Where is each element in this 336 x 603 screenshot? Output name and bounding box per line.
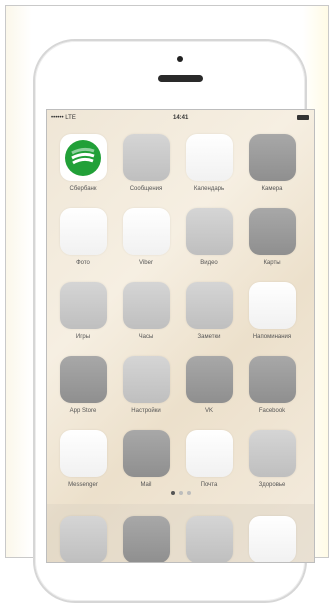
app-icon[interactable] [185,430,233,477]
app-cell[interactable]: App Store [53,356,113,414]
app-cell[interactable]: Заметки [179,282,239,340]
app-label: Сбербанк [69,186,97,192]
app-label: Карты [263,260,281,266]
home-screen: •••••• LTE 14:41 Сбербанк Сообщения Календ… [46,109,315,563]
app-icon[interactable] [59,208,107,255]
app-icon[interactable] [122,430,170,477]
app-cell[interactable]: Фото [53,208,113,266]
app-label: Напоминания [252,334,292,340]
app-label: Игры [75,334,91,340]
app-cell[interactable]: Календарь [179,134,239,192]
app-icon[interactable] [185,356,233,403]
app-icon[interactable] [122,356,170,403]
app-cell[interactable]: Камера [242,134,302,192]
app-cell[interactable]: Видео [179,208,239,266]
app-label: Здоровье [258,482,286,488]
app-cell[interactable]: Часы [116,282,176,340]
app-cell[interactable]: Facebook [242,356,302,414]
app-label: Viber [139,260,153,266]
app-cell[interactable]: Mail [116,430,176,488]
app-cell[interactable]: Viber [116,208,176,266]
page-dot[interactable] [186,491,191,495]
app-label: Почта [200,482,218,488]
app-icon[interactable] [248,282,296,329]
dock-app-cell[interactable] [53,516,113,562]
app-cell[interactable]: Почта [179,430,239,488]
dock-app-cell[interactable] [116,516,176,562]
status-bar: •••••• LTE 14:41 [47,110,314,126]
app-cell[interactable]: Карты [242,208,302,266]
app-cell[interactable]: Сбербанк [53,134,113,192]
app-cell[interactable]: Напоминания [242,282,302,340]
app-icon[interactable] [248,516,296,562]
front-camera [177,56,183,62]
dock-app-cell[interactable] [179,516,239,562]
app-cell[interactable]: Игры [53,282,113,340]
sberbank-icon[interactable] [59,134,107,181]
page-dot[interactable] [170,491,175,495]
app-label: Facebook [258,408,286,414]
carrier-label: •••••• LTE [51,115,76,121]
app-icon[interactable] [59,282,107,329]
page-dot[interactable] [178,491,183,495]
app-label: Фото [76,260,90,266]
app-label: Камера [261,186,283,192]
page-indicator [47,491,314,495]
app-icon[interactable] [185,516,233,562]
clock: 14:41 [173,115,189,121]
earpiece-speaker [158,75,203,82]
app-icon[interactable] [59,356,107,403]
app-icon[interactable] [185,208,233,255]
app-icon[interactable] [185,134,233,181]
app-icon[interactable] [122,134,170,181]
dock [47,504,314,562]
app-label: Часы [138,334,154,340]
app-cell[interactable]: Messenger [53,430,113,488]
app-label: Messenger [68,482,98,488]
app-icon[interactable] [122,516,170,562]
app-icon[interactable] [248,356,296,403]
app-cell[interactable]: Здоровье [242,430,302,488]
app-icon[interactable] [122,282,170,329]
app-label: Календарь [193,186,225,192]
app-label: Заметки [197,334,221,340]
app-icon[interactable] [59,430,107,477]
dock-app-cell[interactable] [242,516,302,562]
battery-icon [297,115,309,120]
app-label: Настройки [131,408,161,414]
app-cell[interactable]: Настройки [116,356,176,414]
app-label: Mail [140,482,152,488]
app-label: App Store [69,408,97,414]
app-icon[interactable] [248,134,296,181]
app-label: VK [204,408,213,414]
app-icon[interactable] [248,430,296,477]
app-cell[interactable]: Сообщения [116,134,176,192]
app-icon[interactable] [59,516,107,562]
app-icon[interactable] [248,208,296,255]
app-icon[interactable] [122,208,170,255]
app-icon[interactable] [185,282,233,329]
app-cell[interactable]: VK [179,356,239,414]
app-label: Сообщения [129,186,163,192]
app-label: Видео [200,260,218,266]
